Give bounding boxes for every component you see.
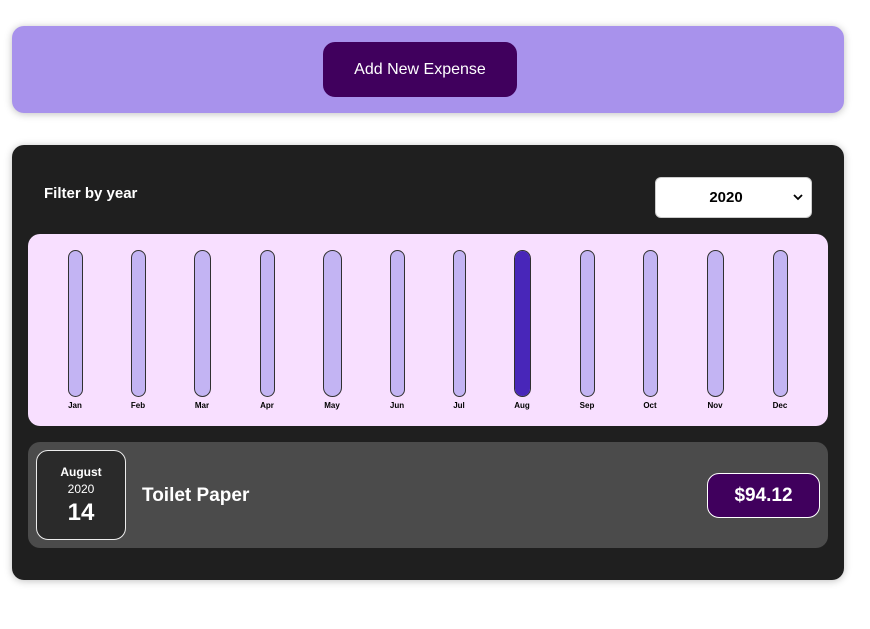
chart-bar-sep [579, 250, 595, 397]
chart-month-label: May [324, 401, 340, 410]
chart-bar-apr [259, 250, 275, 397]
chart-month-label: Jun [389, 401, 405, 410]
chart-month-label: Dec [772, 401, 788, 410]
add-new-expense-button[interactable]: Add New Expense [323, 42, 517, 97]
year-filter-select[interactable]: 2020 [655, 177, 812, 218]
chart-bar-oct [642, 250, 658, 397]
chart-month-label: Apr [260, 401, 274, 410]
chart-bar-fill [514, 251, 530, 396]
expense-date-day: 14 [67, 499, 95, 526]
chart-month-label: Aug [514, 401, 530, 410]
chart-month-label: Jul [453, 401, 465, 410]
chart-bar-dec [772, 250, 788, 397]
chart-bar-nov [706, 250, 724, 397]
chart-bar-jul [452, 250, 466, 397]
expense-amount: $94.12 [707, 473, 820, 518]
selected-year: 2020 [709, 189, 743, 206]
chart-month-label: Sep [579, 401, 595, 410]
expense-date-month: August [60, 465, 102, 479]
chart-month-label: Oct [643, 401, 657, 410]
chart-month-label: Mar [194, 401, 210, 410]
expenses-chart: Jan Feb Mar Apr May Jun Jul Aug Sep Oct Nov Dec [28, 234, 828, 426]
filter-label: Filter by year [44, 185, 138, 202]
new-expense-panel: Add New Expense [12, 26, 844, 113]
chart-bar-aug [513, 250, 531, 397]
expenses-panel: Filter by year 2020 Jan Feb Mar Apr May Jun Ju… [12, 145, 844, 580]
chart-month-label: Feb [130, 401, 146, 410]
expense-title: Toilet Paper [142, 485, 250, 506]
chart-month-label: Jan [68, 401, 82, 410]
chart-bar-feb [130, 250, 146, 397]
chart-bar-jan [67, 250, 83, 397]
expense-date-year: 2020 [67, 482, 95, 496]
chart-bar-jun [389, 250, 405, 397]
expense-item: August 2020 14 Toilet Paper $94.12 [28, 442, 828, 548]
expense-date: August 2020 14 [36, 450, 126, 540]
chart-bar-may [322, 250, 342, 397]
chart-bar-mar [193, 250, 211, 397]
chart-month-label: Nov [707, 401, 723, 410]
chevron-down-icon [793, 194, 803, 201]
